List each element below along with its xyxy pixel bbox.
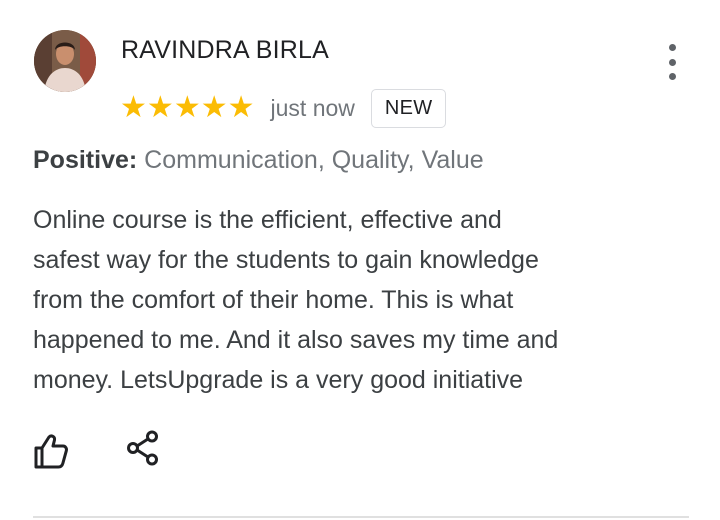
review-time: just now xyxy=(270,94,355,121)
more-vert-icon-dot xyxy=(668,58,676,66)
rating-row: ★ ★ ★ ★ ★ just now NEW xyxy=(120,88,447,128)
divider xyxy=(33,516,689,518)
star-icon: ★ xyxy=(227,90,255,125)
more-vert-icon-dot xyxy=(668,73,676,80)
more-vert-icon-dot xyxy=(668,44,676,51)
positive-highlights: Positive: Communication, Quality, Value xyxy=(33,146,484,175)
thumb-up-icon xyxy=(34,434,68,469)
star-icon: ★ xyxy=(120,90,147,125)
review-text: Online course is the efficient, effectiv… xyxy=(33,200,673,400)
star-icon: ★ xyxy=(200,90,228,125)
positive-values: Communication, Quality, Value xyxy=(144,146,484,174)
star-rating: ★ ★ ★ ★ ★ xyxy=(120,93,255,123)
review-text-line: safest way for the students to gain know… xyxy=(33,246,539,274)
reviewer-name[interactable]: RAVINDRA BIRLA xyxy=(121,36,329,65)
review-text-line: happened to me. And it also saves my tim… xyxy=(33,326,559,354)
positive-label: Positive: xyxy=(33,146,138,174)
review-text-line: from the comfort of their home. This is … xyxy=(33,286,514,314)
new-badge: NEW xyxy=(370,88,447,128)
star-icon: ★ xyxy=(146,90,174,125)
share-button[interactable] xyxy=(126,430,160,466)
avatar[interactable] xyxy=(34,30,96,92)
like-button[interactable] xyxy=(32,432,70,470)
review-card: RAVINDRA BIRLA ★ ★ ★ ★ ★ just now NEW Po… xyxy=(0,0,720,520)
review-text-line: Online course is the efficient, effectiv… xyxy=(33,206,502,234)
more-options-button[interactable] xyxy=(660,44,684,80)
share-icon xyxy=(127,430,158,466)
review-text-line: money. LetsUpgrade is a very good initia… xyxy=(33,366,524,394)
star-icon: ★ xyxy=(173,90,201,125)
avatar-image xyxy=(34,30,96,92)
